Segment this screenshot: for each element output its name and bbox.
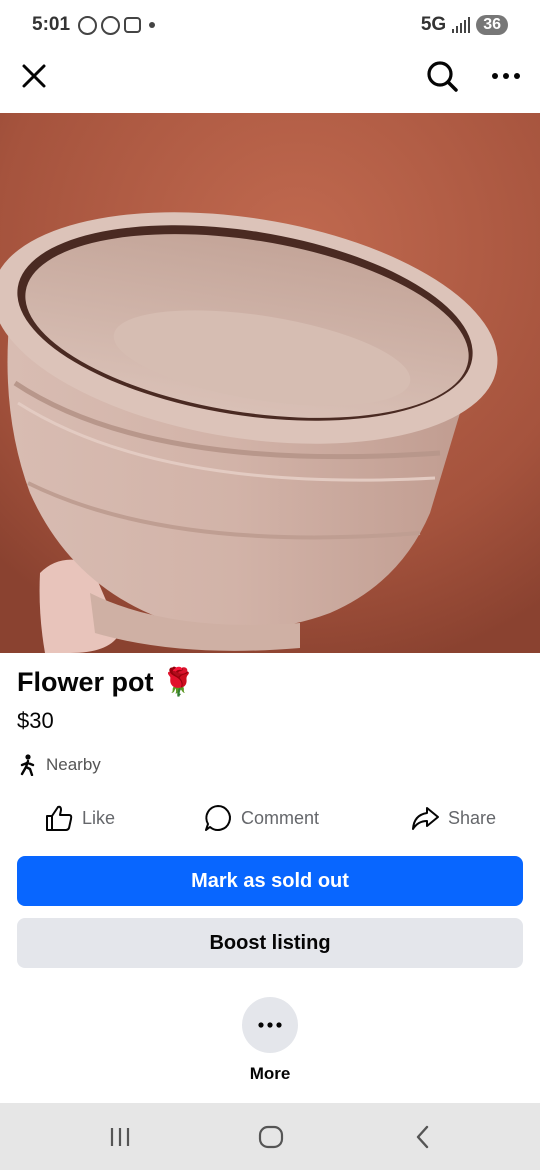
listing-price: $30 bbox=[17, 708, 54, 733]
recent-apps-button[interactable] bbox=[100, 1121, 140, 1153]
share-button[interactable]: Share bbox=[410, 798, 496, 838]
signal-icon bbox=[452, 17, 471, 33]
boost-listing-button[interactable]: Boost listing bbox=[17, 918, 523, 968]
like-button[interactable]: Like bbox=[44, 798, 115, 838]
network-type: 5G bbox=[420, 14, 447, 35]
battery-level: 36 bbox=[476, 15, 508, 35]
share-label: Share bbox=[448, 807, 497, 828]
location-text: Nearby bbox=[46, 755, 101, 774]
messenger-icon bbox=[101, 15, 121, 35]
comment-button[interactable]: Comment bbox=[203, 798, 319, 838]
back-button[interactable] bbox=[403, 1121, 443, 1153]
back-chevron-icon bbox=[416, 1125, 429, 1149]
recent-apps-icon bbox=[110, 1128, 130, 1146]
status-left: 5:01 bbox=[32, 14, 156, 36]
more-options-button[interactable] bbox=[486, 56, 526, 96]
like-label: Like bbox=[82, 807, 116, 828]
home-button[interactable] bbox=[251, 1121, 291, 1153]
listing-title-text: Flower pot bbox=[17, 666, 154, 697]
action-row: Like Comment Share bbox=[0, 798, 540, 838]
thumbs-up-icon bbox=[46, 805, 73, 831]
more-options-icon bbox=[492, 73, 520, 79]
notification-icons bbox=[78, 15, 156, 35]
rose-emoji-icon: 🌹 bbox=[161, 667, 196, 698]
more-notifications-dot-icon bbox=[149, 22, 156, 28]
share-arrow-icon bbox=[412, 807, 439, 830]
listing-title: Flower pot 🌹 bbox=[17, 666, 196, 699]
close-icon bbox=[22, 64, 46, 88]
screenshot-icon bbox=[124, 17, 142, 33]
status-bar: 5:01 5G 36 bbox=[0, 0, 540, 50]
listing-location: Nearby bbox=[18, 754, 101, 776]
more-label: More bbox=[249, 1064, 291, 1083]
more-button[interactable] bbox=[242, 997, 298, 1053]
comment-bubble-icon bbox=[205, 805, 231, 831]
top-bar bbox=[0, 50, 540, 112]
search-button[interactable] bbox=[422, 56, 462, 96]
search-icon bbox=[427, 61, 458, 92]
system-navigation-bar bbox=[0, 1103, 540, 1170]
status-time: 5:01 bbox=[32, 14, 71, 35]
listing-photo[interactable] bbox=[0, 113, 540, 653]
status-right: 5G 36 bbox=[421, 14, 508, 36]
more-dots-icon bbox=[258, 1022, 282, 1028]
close-button[interactable] bbox=[16, 58, 52, 94]
flower-pot-photo-icon bbox=[0, 113, 540, 653]
walking-person-icon bbox=[20, 754, 35, 776]
system-icon bbox=[78, 15, 98, 35]
mark-as-sold-button[interactable]: Mark as sold out bbox=[17, 856, 523, 906]
comment-label: Comment bbox=[241, 807, 320, 828]
home-icon bbox=[258, 1125, 284, 1149]
